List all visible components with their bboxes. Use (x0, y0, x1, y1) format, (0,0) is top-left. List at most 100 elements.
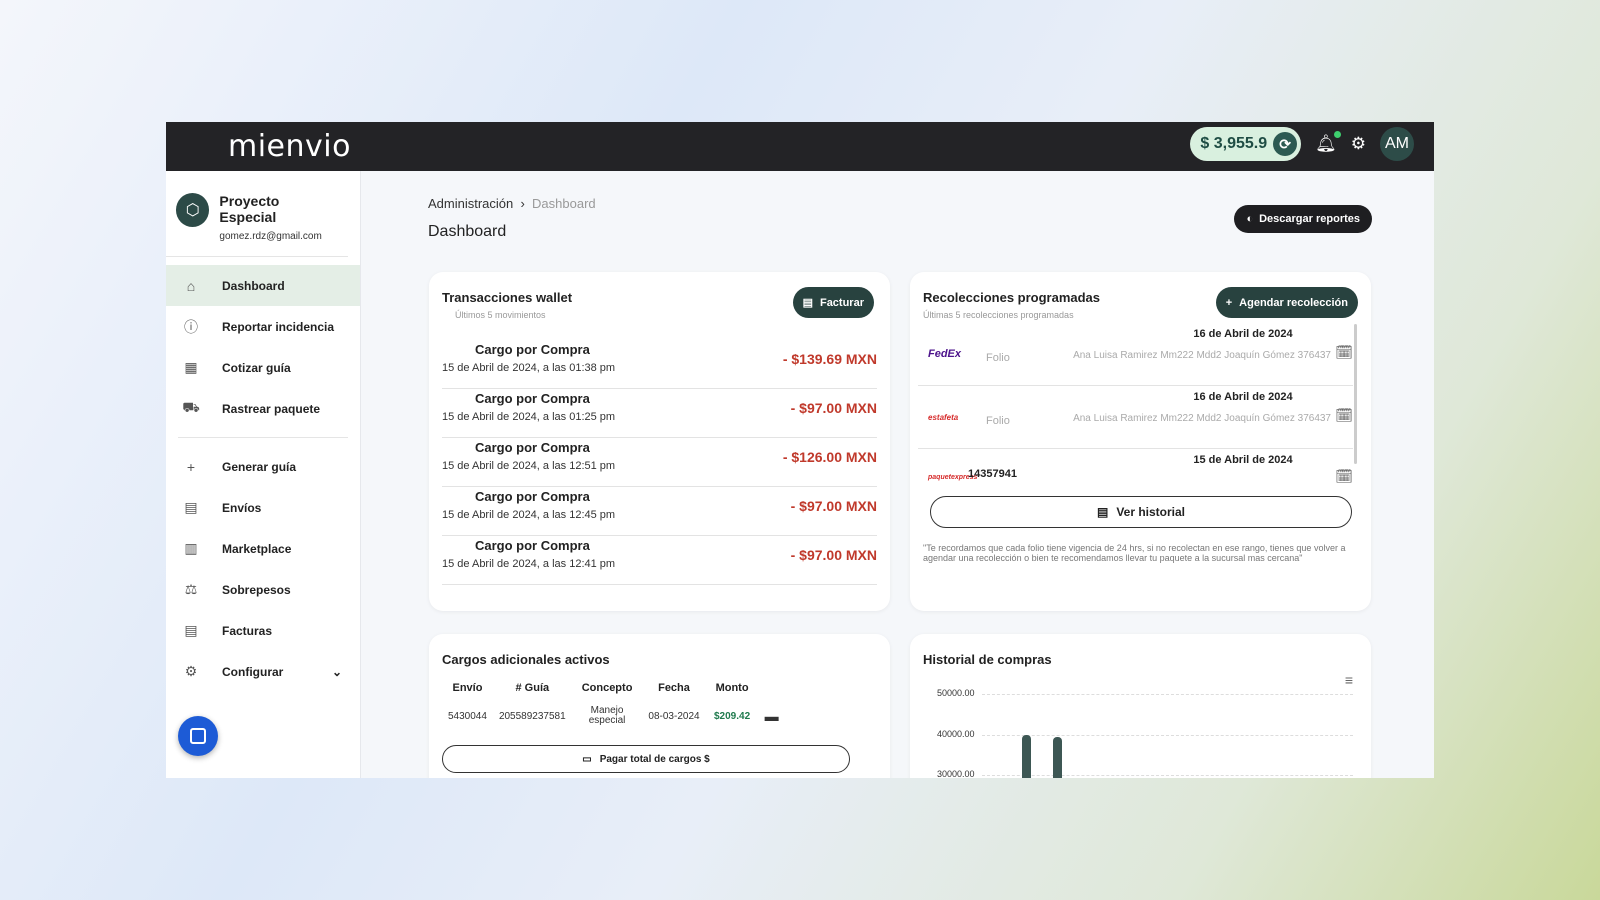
sidebar-item-label: Rastrear paquete (222, 401, 321, 416)
calendar-check-icon[interactable]: 🗓︎ (1335, 407, 1353, 424)
notification-dot (1333, 131, 1341, 138)
chart-bar[interactable] (1022, 734, 1031, 778)
profile-email: gomez.rdz@gmail.com (219, 231, 322, 242)
project-avatar-icon: ⬡ (176, 193, 210, 227)
transaction-date: 15 de Abril de 2024, a las 12:51 pm (442, 460, 616, 472)
column-header: Fecha (658, 682, 690, 694)
plus-icon: + (1225, 296, 1233, 309)
gridline (982, 734, 1353, 736)
calendar-check-icon[interactable]: 🗓︎ (1335, 468, 1353, 485)
sidebar-item-label: Envíos (222, 500, 262, 515)
column-header: Envío (452, 682, 483, 694)
truck-icon: ⛟ (182, 399, 200, 415)
sidebar-item-label: Marketplace (222, 541, 292, 556)
scale-icon: ⚖ (184, 581, 198, 597)
sidebar-item-label: Cotizar guía (222, 360, 291, 375)
transaction-row: Cargo por Compra 15 de Abril de 2024, a l… (442, 487, 877, 536)
pickup-address: Ana Luisa Ramirez Mm222 Mdd2 Joaquín Góm… (1073, 413, 1331, 424)
card-title: Cargos adicionales activos (442, 652, 610, 667)
gear-icon[interactable]: ⚙ (1351, 134, 1366, 154)
transaction-concept: Cargo por Compra (475, 489, 590, 504)
transaction-row: Cargo por Compra 15 de Abril de 2024, a l… (442, 340, 877, 389)
pay-charges-button[interactable]: ▭ Pagar total de cargos $ (442, 745, 850, 773)
pickup-folio: 14357941 (968, 468, 1017, 480)
sidebar-item-label: Generar guía (222, 459, 297, 474)
pickups-list[interactable]: FedEx Folio 16 de Abril de 2024 Ana Luisa R… (910, 324, 1371, 490)
bell-icon[interactable]: 🔔︎ (1315, 131, 1341, 154)
pickup-address: Ana Luisa Ramirez Mm222 Mdd2 Joaquín Góm… (1073, 350, 1331, 361)
sidebar-item-generar-guia[interactable]: + Generar guía (166, 446, 360, 487)
logo[interactable]: mienvio (228, 129, 351, 164)
transaction-amount: - $97.00 MXN (790, 498, 877, 514)
cell-monto: $209.42 (713, 710, 751, 722)
transaction-row: Cargo por Compra 15 de Abril de 2024, a l… (442, 438, 877, 487)
button-label: Facturar (819, 296, 864, 309)
schedule-pickup-button[interactable]: + Agendar recolección (1215, 287, 1358, 318)
transaction-date: 15 de Abril de 2024, a las 01:25 pm (442, 411, 616, 423)
sidebar-item-reportar-incidencia[interactable]: ⓘ Reportar incidencia (166, 306, 360, 347)
calendar-check-icon[interactable]: 🗓︎ (1335, 344, 1353, 361)
pickup-date: 16 de Abril de 2024 (1193, 391, 1293, 403)
profile[interactable]: ⬡ Proyecto Especial gomez.rdz@gmail.com (166, 171, 348, 257)
column-header: # Guía (515, 682, 550, 694)
wallet-card: Transacciones wallet Últimos 5 movimient… (429, 272, 890, 611)
transaction-concept: Cargo por Compra (475, 391, 590, 406)
facturar-button[interactable]: ▤ Facturar (792, 287, 874, 318)
transaction-amount: - $97.00 MXN (790, 400, 877, 416)
card-title: Historial de compras (923, 652, 1052, 667)
calculator-icon: ▦ (184, 359, 198, 375)
document-icon: ▤ (184, 499, 198, 515)
cell-concepto: Manejo especial (588, 705, 626, 726)
chat-button[interactable] (178, 716, 218, 756)
sidebar-item-dashboard[interactable]: ⌂ Dashboard (166, 265, 360, 306)
transaction-date: 15 de Abril de 2024, a las 12:45 pm (442, 509, 616, 521)
credit-card-icon: ▭ (582, 753, 592, 765)
y-tick-label: 50000.00 (937, 688, 975, 698)
transaction-concept: Cargo por Compra (475, 538, 590, 553)
view-history-button[interactable]: ▤ Ver historial (930, 496, 1352, 528)
top-header: mienvio $ 3,955.9 ⟳ 🔔︎ ⚙ AM (166, 122, 1434, 171)
download-reports-button[interactable]: ◐ Descargar reportes (1234, 205, 1372, 233)
sidebar-item-envios[interactable]: ▤ Envíos (166, 487, 360, 528)
column-header: Concepto (581, 682, 633, 694)
button-label: Descargar reportes (1259, 213, 1360, 225)
transaction-concept: Cargo por Compra (475, 440, 590, 455)
sidebar-item-sobrepesos[interactable]: ⚖ Sobrepesos (166, 569, 360, 610)
profile-name: Proyecto Especial (219, 193, 280, 225)
y-tick-label: 40000.00 (937, 728, 975, 739)
button-label: Ver historial (1116, 505, 1186, 519)
refresh-icon[interactable]: ⟳ (1273, 132, 1298, 156)
pickup-folio: Folio (986, 415, 1010, 427)
breadcrumb-current: Dashboard (532, 196, 596, 211)
transaction-amount: - $97.00 MXN (790, 547, 877, 563)
pickup-row: paquetexpress 14357941 15 de Abril de 2024… (918, 450, 1353, 490)
document-icon: ▤ (802, 297, 813, 309)
pickup-folio: Folio (986, 352, 1010, 364)
sidebar-item-rastrear-paquete[interactable]: ⛟ Rastrear paquete (166, 388, 360, 429)
chart-bar[interactable] (1053, 736, 1062, 778)
avatar[interactable]: AM (1380, 127, 1414, 161)
carrier-logo: estafeta (928, 413, 959, 422)
button-label: Pagar total de cargos $ (599, 753, 710, 765)
plus-icon: + (186, 458, 196, 475)
credit-card-icon[interactable]: ▬ (759, 698, 785, 734)
chat-icon (190, 728, 206, 744)
transaction-date: 15 de Abril de 2024, a las 01:38 pm (442, 362, 616, 374)
breadcrumb-parent[interactable]: Administración (428, 196, 513, 211)
cell-fecha: 08-03-2024 (648, 710, 700, 722)
menu-icon[interactable]: ≡ (1345, 672, 1353, 688)
chevron-down-icon[interactable]: ⌄ (332, 665, 342, 679)
sidebar-item-marketplace[interactable]: ▥ Marketplace (166, 528, 360, 569)
button-label: Agendar recolección (1239, 296, 1348, 309)
sidebar-item-configurar[interactable]: ⚙ Configurar ⌄ (166, 651, 360, 692)
purchase-history-card: Historial de compras ≡ 50000.00 40000.00 3… (910, 634, 1371, 778)
sidebar-item-label: Facturas (222, 623, 273, 638)
transaction-row: Cargo por Compra 15 de Abril de 2024, a l… (442, 389, 877, 438)
scrollbar[interactable] (1354, 324, 1357, 464)
sidebar-item-facturas[interactable]: ▤ Facturas (166, 610, 360, 651)
sidebar: ⬡ Proyecto Especial gomez.rdz@gmail.com … (166, 171, 361, 778)
sidebar-item-cotizar-guia[interactable]: ▦ Cotizar guía (166, 347, 360, 388)
card-subtitle: Últimas 5 recolecciones programadas (923, 310, 1074, 320)
wallet-balance[interactable]: $ 3,955.9 ⟳ (1190, 127, 1302, 161)
pickup-note: "Te recordamos que cada folio tiene vige… (923, 543, 1346, 563)
